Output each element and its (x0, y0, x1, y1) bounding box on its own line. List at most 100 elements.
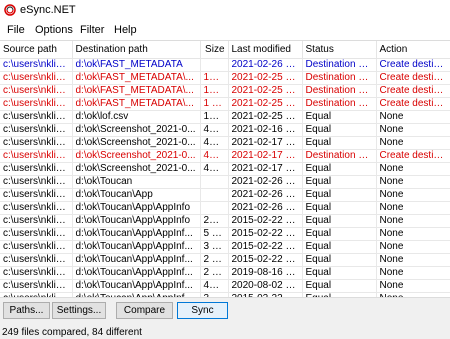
destination-path-cell: d:\ok\Toucan\App (72, 188, 201, 202)
settings-button[interactable]: Settings... (52, 302, 106, 319)
action-cell: None (376, 162, 450, 176)
action-cell: Create destination (376, 97, 450, 111)
paths-button[interactable]: Paths... (3, 302, 50, 319)
last-modified-cell: 2019-08-16 01:2... (228, 266, 303, 280)
column-header-source[interactable]: Source path (0, 41, 73, 59)
column-header-destination[interactable]: Destination path (72, 41, 201, 59)
table-row[interactable]: c:\users\nklik\ded:\ok\lof.csv175 Bytes2… (0, 110, 450, 124)
status-cell: Equal (302, 136, 377, 150)
table-row[interactable]: c:\users\nklik\ded:\ok\Toucan\App\AppInf… (0, 292, 450, 297)
table-row[interactable]: c:\users\nklik\de d:\ok\Screenshot_2021-0… (0, 162, 450, 176)
table-row[interactable]: c:\users\nklik\ded:\ok\Toucan\App\AppInf… (0, 266, 450, 280)
status-cell: Equal (302, 110, 377, 124)
source-path-cell: c:\users\nklik\de (0, 175, 73, 189)
size-cell: 322 Bytes (200, 292, 229, 297)
table-row[interactable]: c:\users\nklik\ded:\ok\Toucan\App\AppInf… (0, 227, 450, 241)
source-path-cell: c:\users\nklik\de (0, 240, 73, 254)
compare-button[interactable]: Compare (116, 302, 173, 319)
size-cell (200, 175, 229, 189)
destination-path-cell: d:\ok\Screenshot_2021-0... (72, 136, 201, 150)
column-header-status[interactable]: Status (302, 41, 377, 59)
last-modified-cell: 2021-02-26 12:0... (228, 58, 303, 72)
table-row[interactable]: c:\users\nklik\ded:\ok\Toucan\App\AppInf… (0, 214, 450, 228)
table-row[interactable]: c:\users\nklik\ded:\ok\Toucan\App\AppInf… (0, 253, 450, 267)
table-row[interactable]: c:\users\nklik\de...d:\ok\FAST_METADATA\… (0, 84, 450, 98)
action-cell: Create destination (376, 84, 450, 98)
table-row[interactable]: c:\users\nklik\de...d:\ok\FAST_METADATA\… (0, 71, 450, 85)
destination-path-cell: d:\ok\Toucan (72, 175, 201, 189)
menu-file[interactable]: File (7, 24, 25, 36)
source-path-cell: c:\users\nklik\de (0, 110, 73, 124)
size-cell: 41 KB (200, 162, 229, 176)
last-modified-cell: 2021-02-26 12:2... (228, 201, 303, 215)
action-cell: None (376, 292, 450, 297)
column-header-size[interactable]: Size (200, 41, 229, 59)
destination-path-cell: d:\ok\Toucan\App\AppInf... (72, 227, 201, 241)
size-cell (200, 58, 229, 72)
table-row[interactable]: c:\users\nklik\de d:\ok\Toucan\App 2021-02… (0, 188, 450, 202)
destination-path-cell: d:\ok\Toucan\App\AppInfo (72, 214, 201, 228)
comparison-grid[interactable]: Source path Destination path Size Last m… (0, 40, 450, 298)
status-cell: Equal (302, 188, 377, 202)
menu-options[interactable]: Options (35, 24, 73, 36)
last-modified-cell: 2021-02-25 04:1... (228, 84, 303, 98)
menu-help[interactable]: Help (114, 24, 137, 36)
status-cell: Equal (302, 266, 377, 280)
status-cell: Equal (302, 253, 377, 267)
source-path-cell: c:\users\nklik\de... (0, 84, 73, 98)
action-cell: None (376, 279, 450, 293)
source-path-cell: c:\users\nklik\de (0, 201, 73, 215)
status-cell: Destination missi... (302, 97, 377, 111)
size-cell (200, 188, 229, 202)
destination-path-cell: d:\ok\Toucan\App\AppInf... (72, 279, 201, 293)
status-cell: Equal (302, 201, 377, 215)
table-row[interactable]: c:\users\nklik\de d:\ok\Toucan 2021-02-26 … (0, 175, 450, 189)
action-cell: None (376, 188, 450, 202)
column-header-modified[interactable]: Last modified (228, 41, 303, 59)
table-row[interactable]: c:\users\nklik\de...d:\ok\FAST_METADATA\… (0, 97, 450, 111)
destination-path-cell: d:\ok\FAST_METADATA\... (72, 84, 201, 98)
size-cell: 171 Bytes (200, 84, 229, 98)
column-header-action[interactable]: Action (376, 41, 450, 59)
action-cell: None (376, 214, 450, 228)
source-path-cell: c:\users\nklik\de (0, 227, 73, 241)
size-cell: 486 Bytes (200, 279, 229, 293)
source-path-cell: c:\users\nklik\de... (0, 71, 73, 85)
sync-button[interactable]: Sync (177, 302, 228, 319)
status-cell: Equal (302, 123, 377, 137)
table-header-row: Source path Destination path Size Last m… (0, 41, 450, 59)
status-cell: Equal (302, 227, 377, 241)
status-cell: Equal (302, 214, 377, 228)
size-cell: 13 Bytes (200, 71, 229, 85)
status-cell: Equal (302, 162, 377, 176)
size-cell (200, 201, 229, 215)
last-modified-cell: 2021-02-26 12:2... (228, 175, 303, 189)
action-cell: Create destination (376, 149, 450, 163)
status-cell: Equal (302, 279, 377, 293)
app-icon (4, 4, 16, 16)
table-row[interactable]: c:\users\nklik\de d:\ok\Screenshot_2021-0… (0, 149, 450, 163)
status-cell: Destination missi... (302, 71, 377, 85)
last-modified-cell: 2015-02-22 11:1... (228, 253, 303, 267)
last-modified-cell: 2015-02-22 11:1... (228, 214, 303, 228)
size-cell: 47 KB (200, 123, 229, 137)
table-row[interactable]: c:\users\nklik\ded:\ok\Toucan\App\AppInf… (0, 240, 450, 254)
table-row[interactable]: c:\users\nklik\de d:\ok\Screenshot_2021-0… (0, 123, 450, 137)
last-modified-cell: 2021-02-17 10:5... (228, 162, 303, 176)
table-row[interactable]: c:\users\nklik\ded:\ok\Toucan\App\AppInf… (0, 201, 450, 215)
size-cell: 5 KB (200, 227, 229, 241)
menu-filter[interactable]: Filter (80, 24, 104, 36)
action-cell: None (376, 110, 450, 124)
last-modified-cell: 2021-02-25 11:4... (228, 110, 303, 124)
table-row[interactable]: c:\users\nklik\de d:\ok\Screenshot_2021-0… (0, 136, 450, 150)
source-path-cell: c:\users\nklik\de (0, 123, 73, 137)
action-cell: None (376, 175, 450, 189)
status-cell: Destination missi... (302, 58, 377, 72)
destination-path-cell: d:\ok\FAST_METADATA\... (72, 71, 201, 85)
destination-path-cell: d:\ok\Screenshot_2021-0... (72, 123, 201, 137)
table-row[interactable]: c:\users\nklik\de...d:\ok\FAST_METADATA 2… (0, 58, 450, 72)
last-modified-cell: 2021-02-16 06:0... (228, 123, 303, 137)
destination-path-cell: d:\ok\FAST_METADATA (72, 58, 201, 72)
size-cell: 175 Bytes (200, 110, 229, 124)
table-row[interactable]: c:\users\nklik\ded:\ok\Toucan\App\AppInf… (0, 279, 450, 293)
